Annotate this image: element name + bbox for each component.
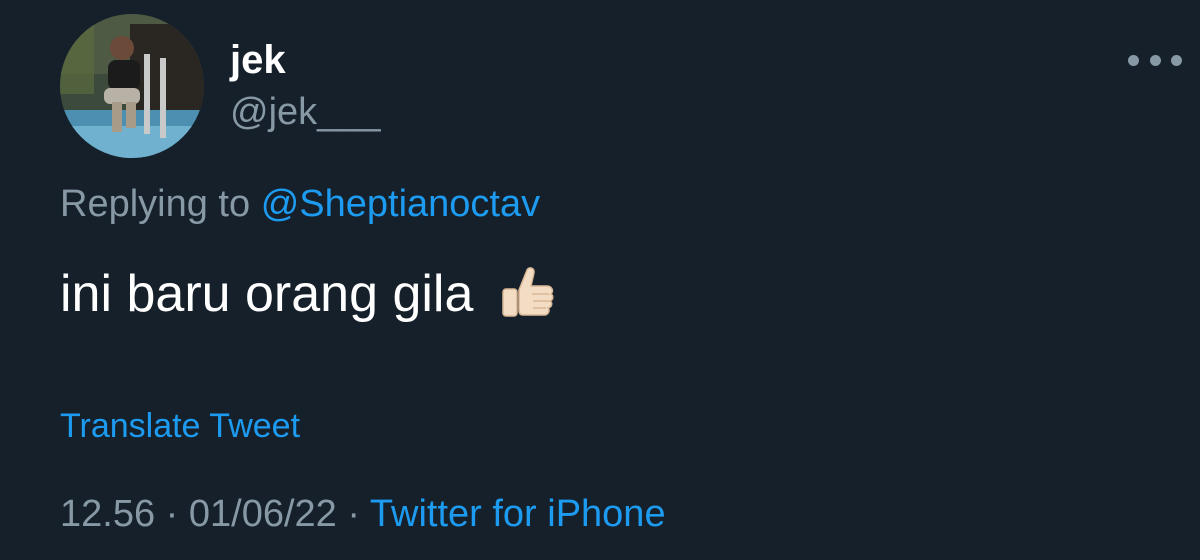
more-dot [1128,54,1139,66]
tweet-detail: jek @jek___ Replying to @Sheptianoctav i… [0,0,1200,560]
tweet-body: ini baru orang gila [60,265,474,323]
avatar-photo [60,14,204,158]
meta-separator: · [165,493,179,535]
thumbs-up-icon [495,262,559,326]
translate-tweet-link[interactable]: Translate Tweet [60,404,300,448]
author-display-name[interactable]: jek [230,36,286,84]
avatar[interactable] [60,14,204,158]
replying-to-label: Replying to [60,183,251,225]
more-options-icon[interactable] [1128,48,1182,72]
replying-to-line: Replying to @Sheptianoctav [60,180,540,228]
more-dot [1149,54,1161,66]
reply-mention-link[interactable]: @Sheptianoctav [261,183,540,225]
author-handle[interactable]: @jek___ [230,88,381,136]
more-dot [1171,54,1182,66]
tweet-time[interactable]: 12.56 [60,493,155,535]
tweet-date[interactable]: 01/06/22 [189,493,337,535]
meta-separator: · [347,493,361,535]
tweet-meta: 12.56 · 01/06/22 · Twitter for iPhone [60,490,666,538]
tweet-text: ini baru orang gila [60,262,559,326]
tweet-source-link[interactable]: Twitter for iPhone [370,493,666,535]
